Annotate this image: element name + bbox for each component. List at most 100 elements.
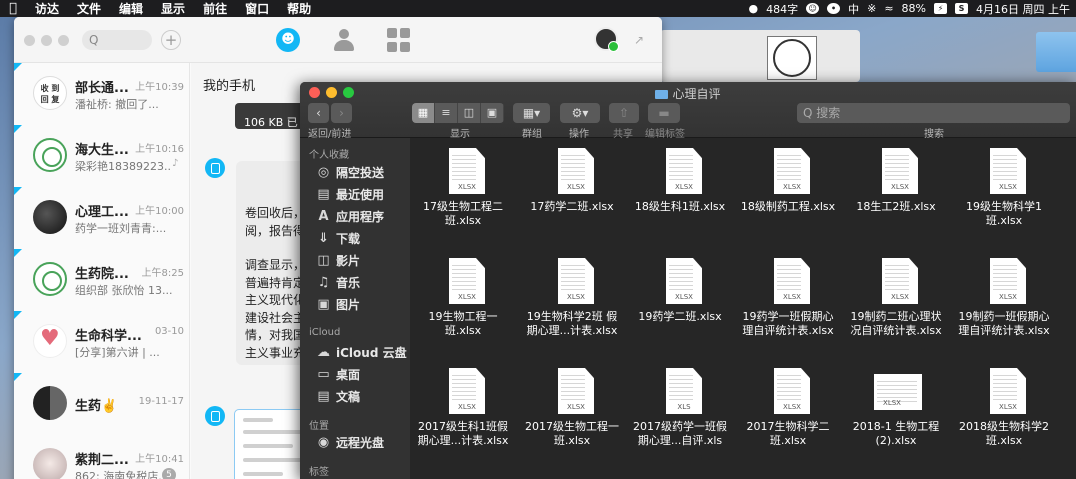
- file-item[interactable]: XLSX 19生物科学2班 假 期心理...计表.xlsx: [519, 248, 625, 352]
- chat-toolbar: Q + ☻ ↗: [14, 17, 662, 63]
- net-speed[interactable]: 484字: [766, 1, 798, 17]
- file-item[interactable]: XLSX 2018级生物科学2 班.xlsx: [951, 358, 1057, 462]
- list-item[interactable]: 紫荆二... 上午10:41 862: 海南免税店... 5: [14, 435, 190, 479]
- list-item[interactable]: 收 到 回 复 部长通... 上午10:39 潘祉桥: 撤回了...: [14, 63, 190, 125]
- file-item[interactable]: XLSX 19制药二班心理状 况自评统计表.xlsx: [843, 248, 949, 352]
- icloud-header: iCloud: [309, 327, 341, 338]
- seal-icon: [773, 39, 811, 77]
- back-button[interactable]: ‹: [308, 103, 329, 123]
- apps-tab-icon[interactable]: [387, 28, 411, 52]
- microphone-icon[interactable]: •: [827, 3, 841, 14]
- file-item[interactable]: XLSX 2017生物科学二 班.xlsx: [735, 358, 841, 462]
- add-button[interactable]: +: [161, 30, 181, 50]
- background-window[interactable]: [660, 30, 860, 82]
- date-time[interactable]: 4月16日 周四 上午: [976, 1, 1070, 17]
- list-item[interactable]: 海大生... 上午10:16 梁彩艳18389223... ♪: [14, 125, 190, 187]
- file-item[interactable]: XLSX 18生工2班.xlsx: [843, 138, 949, 242]
- file-item[interactable]: XLS 2017级药学一班假 期心理...自评.xls: [627, 358, 733, 462]
- menu-window[interactable]: 窗口: [236, 0, 278, 17]
- wifi-icon[interactable]: ≈: [884, 2, 893, 15]
- chat-search-input[interactable]: Q: [82, 30, 152, 50]
- input-method[interactable]: 中: [848, 1, 859, 17]
- column-view-icon[interactable]: ◫: [458, 103, 481, 123]
- spreadsheet-file-icon: XLSX: [874, 374, 922, 410]
- apple-icon[interactable]: : [0, 1, 26, 16]
- menu-view[interactable]: 显示: [152, 0, 194, 17]
- file-extension: XLSX: [458, 403, 476, 411]
- list-view-icon[interactable]: ≡: [435, 103, 458, 123]
- menu-go[interactable]: 前往: [194, 0, 236, 17]
- file-item[interactable]: XLSX 17级生物工程二 班.xlsx: [410, 138, 516, 242]
- battery-percent[interactable]: 88%: [902, 2, 926, 15]
- tag-icon[interactable]: ▬: [648, 103, 680, 123]
- menu-bar:  访达 文件 编辑 显示 前往 窗口 帮助 ● 484字 ☺ • 中 ※ ≈ …: [0, 0, 1076, 17]
- file-extension: XLSX: [999, 293, 1017, 301]
- qq-penguin-icon[interactable]: ●: [749, 2, 759, 15]
- spreadsheet-file-icon: XLSX: [882, 258, 918, 304]
- sidebar-item-desktop[interactable]: ▭ 桌面: [316, 363, 410, 385]
- shortcut-s-icon[interactable]: S: [955, 3, 968, 14]
- desktop-folder-icon[interactable]: [1036, 32, 1076, 72]
- smiley-icon[interactable]: ☺: [806, 3, 820, 14]
- file-item[interactable]: XLSX 2017级生科1班假 期心理...计表.xlsx: [410, 358, 516, 462]
- sidebar-item-label: 最近使用: [336, 187, 385, 202]
- forward-button[interactable]: ›: [331, 103, 352, 123]
- file-item[interactable]: XLSX 19生物工程一 班.xlsx: [410, 248, 516, 352]
- gallery-view-icon[interactable]: ▣: [481, 103, 504, 123]
- avatar[interactable]: [594, 27, 619, 52]
- pinned-marker: [14, 373, 22, 381]
- menu-file[interactable]: 文件: [68, 0, 110, 17]
- list-item[interactable]: 心理工... 上午10:00 药学一班刘青青:...: [14, 187, 190, 249]
- file-extension: XLSX: [458, 183, 476, 191]
- list-item[interactable]: 生药院... 上午8:25 组织部 张欣怡 13...: [14, 249, 190, 311]
- battery-icon[interactable]: ⚡: [934, 3, 947, 14]
- menu-app-name[interactable]: 访达: [26, 0, 68, 17]
- action-gear-icon[interactable]: ⚙▾: [560, 103, 600, 123]
- file-name: 18级制药工程.xlsx: [740, 200, 836, 213]
- sidebar-item-remote-disc[interactable]: ◉ 远程光盘: [316, 431, 410, 453]
- collapse-icon[interactable]: ↗: [634, 33, 644, 47]
- close-button[interactable]: [24, 35, 35, 46]
- sidebar-item-music[interactable]: ♫ 音乐: [316, 271, 410, 293]
- file-name: 18级生科1班.xlsx: [634, 200, 726, 213]
- file-item[interactable]: XLSX 19制药一班假期心 理自评统计表.xlsx: [951, 248, 1057, 352]
- locations-header: 位置: [309, 421, 329, 432]
- file-item[interactable]: XLSX 18级制药工程.xlsx: [735, 138, 841, 242]
- file-item[interactable]: XLSX 18级生科1班.xlsx: [627, 138, 733, 242]
- list-item[interactable]: 生药✌️ 19-11-17: [14, 373, 190, 435]
- sidebar-item-applications[interactable]: A 应用程序: [316, 205, 410, 227]
- search-input[interactable]: Q 搜索: [797, 103, 1070, 123]
- file-item[interactable]: XLSX 19级生物科学1 班.xlsx: [951, 138, 1057, 242]
- file-item[interactable]: XLSX 17药学二班.xlsx: [519, 138, 625, 242]
- file-item[interactable]: XLSX 19药学一班假期心 理自评统计表.xlsx: [735, 248, 841, 352]
- file-item[interactable]: XLSX 2018-1 生物工程 (2).xlsx: [843, 358, 949, 462]
- minimize-button[interactable]: [41, 35, 52, 46]
- list-item[interactable]: 生命科学... 03-10 [分享]第六讲 | ...: [14, 311, 190, 373]
- contacts-tab-icon[interactable]: [332, 28, 356, 52]
- sidebar-item-pictures[interactable]: ▣ 图片: [316, 293, 410, 315]
- messages-tab-icon[interactable]: ☻: [276, 28, 300, 52]
- conversation-name: 生药院...: [75, 267, 129, 282]
- share-icon[interactable]: ⇧: [609, 103, 639, 123]
- sidebar-item-airdrop[interactable]: ◎ 隔空投送: [316, 161, 410, 183]
- conversation-name: 海大生...: [75, 143, 129, 158]
- sidebar-item-documents[interactable]: ▤ 文稿: [316, 385, 410, 407]
- group-button[interactable]: ▦▾: [513, 103, 550, 123]
- file-extension: XLSX: [567, 403, 585, 411]
- file-item[interactable]: XLSX 2017级生物工程一 班.xlsx: [519, 358, 625, 462]
- icon-view-icon[interactable]: ▦: [412, 103, 435, 123]
- sidebar-item-downloads[interactable]: ⇓ 下载: [316, 227, 410, 249]
- file-item[interactable]: XLSX 19药学二班.xlsx: [627, 248, 733, 352]
- spreadsheet-file-icon: XLSX: [882, 148, 918, 194]
- file-name: 2018-1 生物工程 (2).xlsx: [852, 420, 940, 447]
- file-extension: XLSX: [891, 183, 909, 191]
- pinned-marker: [14, 249, 22, 257]
- menu-edit[interactable]: 编辑: [110, 0, 152, 17]
- sidebar-item-movies[interactable]: ◫ 影片: [316, 249, 410, 271]
- menu-help[interactable]: 帮助: [278, 0, 320, 17]
- view-mode-switcher: ▦ ≡ ◫ ▣: [412, 103, 504, 123]
- sidebar-item-icloud-drive[interactable]: ☁ iCloud 云盘: [316, 341, 410, 363]
- sidebar-item-recents[interactable]: ▤ 最近使用: [316, 183, 410, 205]
- zoom-button[interactable]: [58, 35, 69, 46]
- bluetooth-icon[interactable]: ※: [867, 2, 876, 15]
